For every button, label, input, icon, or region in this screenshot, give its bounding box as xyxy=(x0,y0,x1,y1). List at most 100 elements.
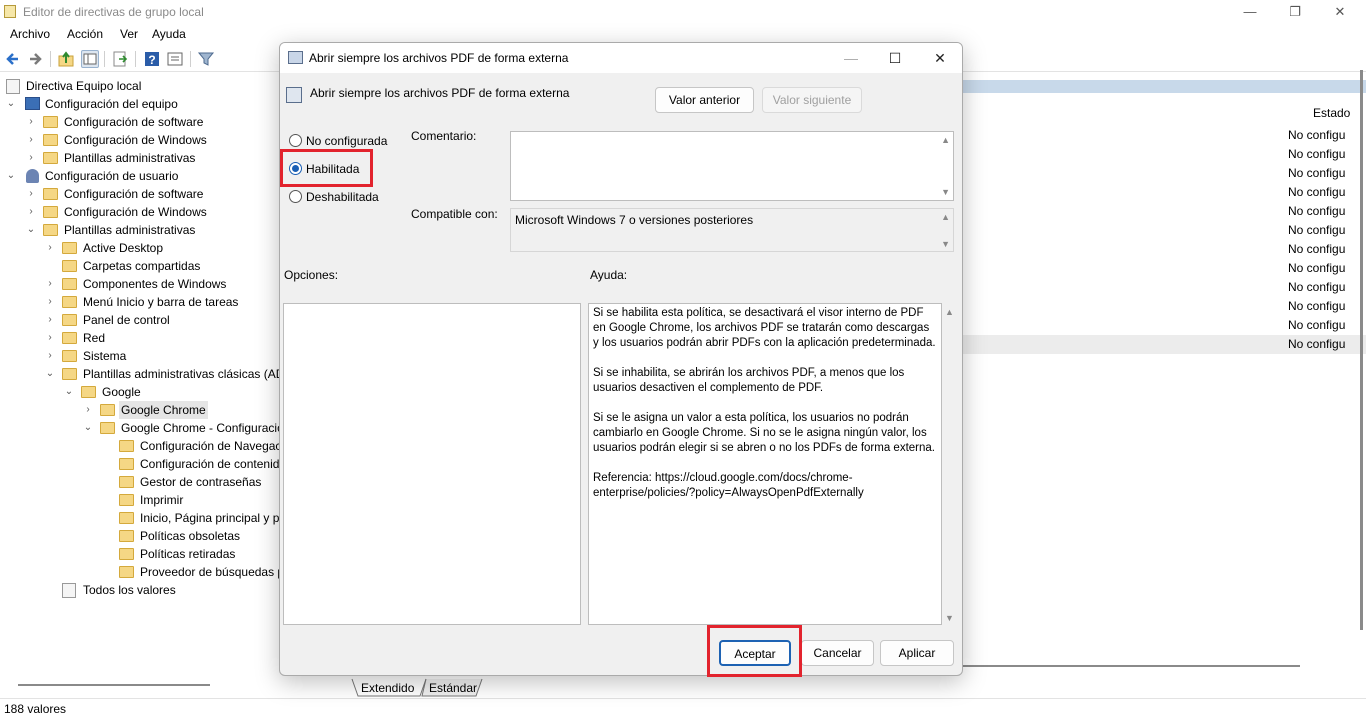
folder-icon xyxy=(100,422,115,434)
menu-ver[interactable]: Ver xyxy=(120,27,138,41)
policy-name: Abrir siempre los archivos PDF de forma … xyxy=(310,86,570,100)
tab-estandar[interactable]: Estándar xyxy=(429,681,477,695)
help-icon[interactable]: ? xyxy=(143,50,161,68)
chevron-right-icon[interactable]: › xyxy=(45,329,55,347)
list-item-state[interactable]: No configu xyxy=(1288,128,1345,142)
chevron-down-icon[interactable]: ⌄ xyxy=(6,95,16,113)
folder-icon xyxy=(119,566,134,578)
help-scroll-down-icon[interactable]: ▼ xyxy=(945,613,959,623)
chevron-right-icon[interactable]: › xyxy=(45,239,55,257)
chevron-down-icon[interactable]: ⌄ xyxy=(83,419,93,437)
folder-icon xyxy=(62,350,77,362)
list-item-state[interactable]: No configu xyxy=(1288,242,1345,256)
folder-icon xyxy=(43,152,58,164)
dialog-maximize-button[interactable]: ☐ xyxy=(873,47,917,69)
list-item-state[interactable]: No configu xyxy=(1288,204,1345,218)
chevron-right-icon[interactable]: › xyxy=(45,275,55,293)
list-item-state[interactable]: No configu xyxy=(1288,223,1345,237)
policy-tree: Directiva Equipo local ⌄ Configuración d… xyxy=(6,79,282,598)
pane-header-bar xyxy=(962,80,1366,93)
show-hide-tree-icon[interactable] xyxy=(81,50,99,68)
menu-archivo[interactable]: Archivo xyxy=(10,27,50,41)
policy-setting-icon xyxy=(286,87,302,103)
tree-horizontal-scrollbar[interactable] xyxy=(18,684,210,686)
scrollbar-thumb[interactable] xyxy=(1360,70,1363,630)
highlight-ok-button xyxy=(707,625,802,677)
list-item-state[interactable]: No configu xyxy=(1288,337,1345,351)
list-item-state[interactable]: No configu xyxy=(1288,261,1345,275)
policy-icon xyxy=(288,51,303,64)
list-horizontal-scrollbar[interactable] xyxy=(962,665,1300,667)
list-item-state[interactable]: No configu xyxy=(1288,166,1345,180)
folder-icon xyxy=(43,116,58,128)
list-item-state[interactable]: No configu xyxy=(1288,147,1345,161)
column-header-estado[interactable]: Estado xyxy=(1313,106,1350,120)
folder-icon xyxy=(43,224,58,236)
minimize-button[interactable]: — xyxy=(1230,2,1270,22)
folder-icon xyxy=(43,188,58,200)
help-scroll-up-icon[interactable]: ▲ xyxy=(945,307,959,317)
dialog-close-button[interactable]: ✕ xyxy=(918,47,962,69)
chevron-right-icon[interactable]: › xyxy=(45,347,55,365)
chevron-down-icon[interactable]: ⌄ xyxy=(6,167,16,185)
scroll-up-icon[interactable]: ▲ xyxy=(941,135,950,145)
comment-textarea[interactable]: ▲ ▼ xyxy=(510,131,954,201)
prev-setting-button[interactable]: Valor anterior xyxy=(655,87,754,113)
up-folder-icon[interactable] xyxy=(57,50,75,68)
chevron-right-icon[interactable]: › xyxy=(45,293,55,311)
properties-icon[interactable] xyxy=(166,50,184,68)
apply-button[interactable]: Aplicar xyxy=(880,640,954,666)
dialog-title: Abrir siempre los archivos PDF de forma … xyxy=(309,51,569,65)
chevron-right-icon[interactable]: › xyxy=(26,203,36,221)
dialog-minimize-button[interactable]: — xyxy=(829,47,873,69)
folder-icon xyxy=(81,386,96,398)
scroll-down-icon[interactable]: ▼ xyxy=(941,239,950,249)
back-icon[interactable] xyxy=(4,50,22,68)
settings-list-pane: Estado No configu No configu No configu … xyxy=(962,76,1366,676)
folder-icon xyxy=(62,260,77,272)
chevron-right-icon[interactable]: › xyxy=(26,113,36,131)
scroll-down-icon[interactable]: ▼ xyxy=(941,187,950,197)
chevron-right-icon[interactable]: › xyxy=(83,401,93,419)
list-item-state[interactable]: No configu xyxy=(1288,299,1345,313)
folder-icon xyxy=(43,206,58,218)
cancel-button[interactable]: Cancelar xyxy=(801,640,874,666)
toolbar-separator xyxy=(104,51,105,67)
chevron-right-icon[interactable]: › xyxy=(26,149,36,167)
help-label: Ayuda: xyxy=(590,268,628,282)
close-button[interactable]: ✕ xyxy=(1320,2,1360,22)
menu-accion[interactable]: Acción xyxy=(67,27,103,41)
folder-icon xyxy=(62,242,77,254)
computer-icon xyxy=(25,97,40,110)
list-item-state[interactable]: No configu xyxy=(1288,318,1345,332)
radio-circle[interactable] xyxy=(289,134,302,147)
radio-circle[interactable] xyxy=(289,190,302,203)
chevron-right-icon[interactable]: › xyxy=(26,185,36,203)
help-text: Si se habilita esta política, se desacti… xyxy=(593,307,936,499)
chevron-down-icon[interactable]: ⌄ xyxy=(64,383,74,401)
menu-ayuda[interactable]: Ayuda xyxy=(152,27,186,41)
tab-extendido[interactable]: Extendido xyxy=(361,681,414,695)
folder-icon xyxy=(119,548,134,560)
compatible-field: Microsoft Windows 7 o versiones posterio… xyxy=(510,208,954,252)
maximize-button[interactable]: ❐ xyxy=(1275,2,1315,22)
forward-icon[interactable] xyxy=(26,50,44,68)
compatible-label: Compatible con: xyxy=(411,207,498,221)
folder-icon xyxy=(119,440,134,452)
export-list-icon[interactable] xyxy=(111,50,129,68)
options-panel xyxy=(283,303,581,625)
list-item-state[interactable]: No configu xyxy=(1288,280,1345,294)
next-setting-button[interactable]: Valor siguiente xyxy=(762,87,862,113)
chevron-right-icon[interactable]: › xyxy=(45,311,55,329)
scroll-up-icon[interactable]: ▲ xyxy=(941,212,950,222)
toolbar-separator xyxy=(190,51,191,67)
filter-icon[interactable] xyxy=(197,50,215,68)
chevron-down-icon[interactable]: ⌄ xyxy=(26,221,36,239)
toolbar-separator xyxy=(135,51,136,67)
dialog-titlebar: Abrir siempre los archivos PDF de forma … xyxy=(280,43,962,73)
folder-icon xyxy=(119,476,134,488)
list-vertical-scrollbar[interactable] xyxy=(1357,62,1366,642)
chevron-down-icon[interactable]: ⌄ xyxy=(45,365,55,383)
list-item-state[interactable]: No configu xyxy=(1288,185,1345,199)
chevron-right-icon[interactable]: › xyxy=(26,131,36,149)
